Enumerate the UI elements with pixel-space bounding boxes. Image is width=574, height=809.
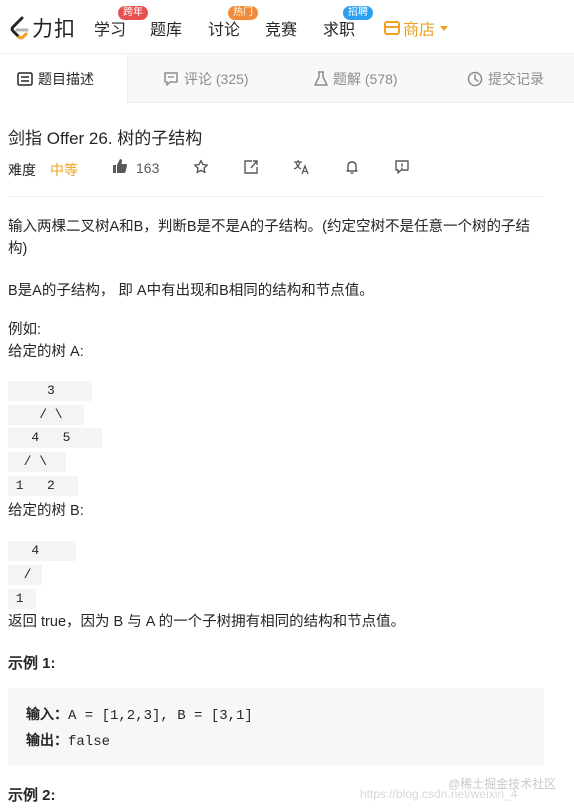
nav-badge: 热门: [228, 6, 258, 20]
example-output-row: 输出：false: [26, 730, 110, 750]
logo-text: 力扣: [32, 18, 76, 41]
nav-item-discuss[interactable]: 讨论 热门: [208, 6, 258, 40]
return-explanation: 返回 true，因为 B 与 A 的一个子树拥有相同的结构和节点值。: [8, 614, 406, 630]
tree-a-line: 3: [8, 381, 92, 401]
share-icon: [244, 160, 258, 174]
flask-icon: [314, 71, 328, 86]
nav-badge: 跨年: [118, 6, 148, 20]
tree-b-line: /: [8, 565, 42, 585]
nav-item-learn[interactable]: 学习 跨年: [94, 6, 148, 40]
feedback-button[interactable]: [394, 159, 410, 178]
nav-item-problems[interactable]: 题库: [150, 16, 182, 40]
comment-icon: [164, 71, 178, 86]
example-output-value: false: [68, 734, 111, 750]
store-label: 商店: [403, 22, 436, 39]
translate-button[interactable]: [293, 159, 310, 178]
like-count: 163: [136, 160, 160, 176]
example-input-value: A = [1,2,3], B = [3,1]: [68, 708, 253, 724]
tab-label: 评论 (325): [184, 71, 249, 87]
tab-submissions[interactable]: 提交记录: [467, 55, 544, 103]
problem-meta: 难度 中等 163: [8, 158, 548, 178]
description-icon: [17, 72, 33, 86]
tree-a-line: 4 5: [8, 428, 102, 448]
example-intro: 例如:: [8, 322, 42, 338]
tab-description[interactable]: 题目描述: [0, 55, 128, 103]
nav-item-jobs[interactable]: 求职 招聘: [323, 6, 373, 40]
description-paragraph: 输入两棵二叉树A和B，判断B是不是A的子结构。(约定空树不是任意一个树的子结构): [8, 219, 531, 257]
nav-item-store[interactable]: 商店: [384, 16, 449, 40]
difficulty-badge: 中等: [50, 162, 78, 178]
example-output-label: 输出：: [26, 732, 68, 748]
chevron-down-icon: [440, 25, 449, 31]
nav-item-label: 竞赛: [265, 22, 298, 39]
feedback-icon: [395, 160, 409, 174]
tab-solutions[interactable]: 题解 (578): [314, 55, 398, 103]
nav-badge: 招聘: [343, 6, 373, 20]
tree-a-line: / \: [8, 452, 66, 472]
example-box: 输入：A = [1,2,3], B = [3,1] 输出：false: [8, 688, 544, 766]
nav-item-label: 讨论: [208, 22, 241, 39]
nav-item-contest[interactable]: 竞赛: [265, 16, 297, 40]
nav-item-label: 题库: [150, 22, 183, 39]
tab-label: 题解 (578): [333, 71, 398, 87]
top-nav: 力扣 学习 跨年 题库 讨论 热门 竞赛 求职 招聘 商店: [0, 0, 574, 54]
tab-label: 提交记录: [488, 71, 544, 87]
tree-a-line: / \: [8, 405, 84, 425]
favorite-button[interactable]: [193, 159, 209, 178]
tab-comments[interactable]: 评论 (325): [163, 55, 249, 103]
tree-b-line: 4: [8, 541, 76, 561]
divider: [8, 196, 543, 197]
store-icon: [384, 21, 400, 35]
leetcode-logo-icon: [10, 16, 29, 40]
share-button[interactable]: [243, 159, 259, 178]
description-paragraph: B是A的子结构， 即 A中有出现和B相同的结构和节点值。: [8, 283, 374, 299]
like-button[interactable]: [112, 158, 128, 177]
example-input-row: 输入：A = [1,2,3], B = [3,1]: [26, 704, 253, 724]
tab-label: 题目描述: [38, 71, 94, 87]
difficulty-label: 难度: [8, 162, 36, 178]
tree-b-label: 给定的树 B:: [8, 503, 84, 519]
logo[interactable]: 力扣: [8, 13, 76, 43]
nav-item-label: 求职: [323, 22, 356, 39]
thumbs-up-icon: [113, 159, 127, 173]
problem-tabs: 题目描述 评论 (325) 题解 (578) 提交记录: [0, 55, 574, 103]
tree-a-line: 1 2: [8, 476, 78, 496]
history-icon: [467, 71, 483, 87]
nav-item-label: 学习: [94, 22, 127, 39]
star-icon: [194, 159, 208, 174]
example-input-label: 输入：: [26, 706, 68, 722]
problem-title: 剑指 Offer 26. 树的子结构: [8, 129, 203, 148]
tree-b-line: 1: [8, 589, 36, 609]
example-title: 示例 2:: [8, 787, 56, 804]
tree-a-label: 给定的树 A:: [8, 344, 84, 360]
translate-icon: [293, 160, 309, 175]
example-title: 示例 1:: [8, 655, 56, 672]
watermark-url: https://blog.csdn.net/weixin_4: [360, 787, 518, 801]
bell-icon: [346, 161, 358, 174]
notification-button[interactable]: [344, 159, 360, 178]
